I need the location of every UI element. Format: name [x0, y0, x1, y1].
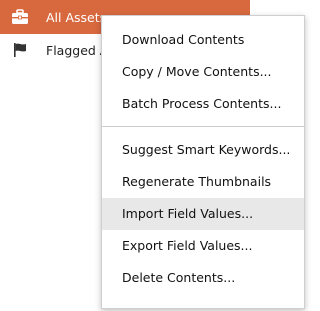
menu-item-suggest-smart-keywords[interactable]: Suggest Smart Keywords...	[102, 134, 304, 166]
sidebar-item-label: All Assets	[46, 9, 107, 25]
menu-separator	[102, 126, 304, 127]
menu-item-export-field-values[interactable]: Export Field Values...	[102, 230, 304, 262]
menu-item-batch-process-contents[interactable]: Batch Process Contents...	[102, 88, 304, 120]
menu-item-download-contents[interactable]: Download Contents	[102, 24, 304, 56]
menu-item-delete-contents[interactable]: Delete Contents...	[102, 262, 304, 294]
briefcase-icon	[11, 8, 29, 26]
menu-item-copy-move-contents[interactable]: Copy / Move Contents...	[102, 56, 304, 88]
screen: All Assets Flagged Assets Download Conte…	[0, 0, 306, 311]
menu-item-import-field-values[interactable]: Import Field Values...	[102, 198, 304, 230]
flag-icon	[11, 41, 29, 59]
context-menu: Download Contents Copy / Move Contents..…	[101, 15, 305, 309]
menu-item-regenerate-thumbnails[interactable]: Regenerate Thumbnails	[102, 166, 304, 198]
